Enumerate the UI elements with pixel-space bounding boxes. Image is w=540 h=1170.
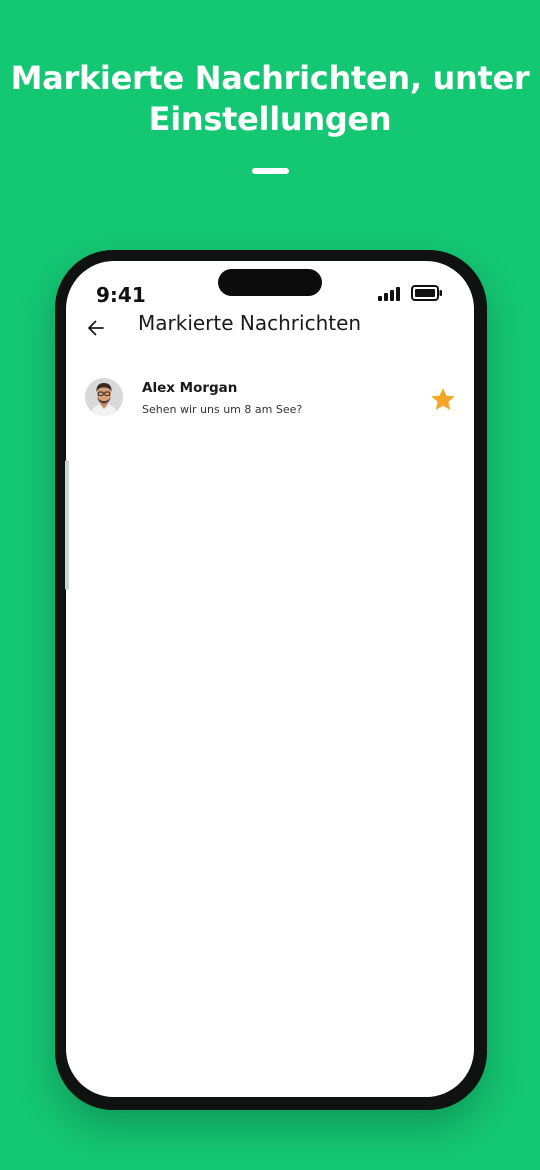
battery-icon [411,285,442,301]
back-button[interactable] [82,314,110,342]
cellular-signal-icon [378,287,400,301]
star-icon[interactable] [429,386,457,414]
message-preview: Sehen wir uns um 8 am See? [142,403,303,416]
arrow-left-icon [88,320,104,336]
sender-name: Alex Morgan [142,380,238,396]
dynamic-island [218,269,322,296]
phone-screen: 9:41 Markierte Nachrichten Alex Morgan S… [66,261,474,1097]
status-time: 9:41 [96,283,146,307]
phone-side-button [65,460,69,590]
promo-divider [252,168,289,174]
screen-title: Markierte Nachrichten [138,311,362,335]
avatar [85,378,123,416]
promo-title: Markierte Nachrichten, unter Einstellung… [10,59,530,138]
phone-mockup: 9:41 Markierte Nachrichten Alex Morgan S… [55,250,487,1110]
starred-message-row[interactable]: Alex Morgan Sehen wir uns um 8 am See? [66,366,474,426]
